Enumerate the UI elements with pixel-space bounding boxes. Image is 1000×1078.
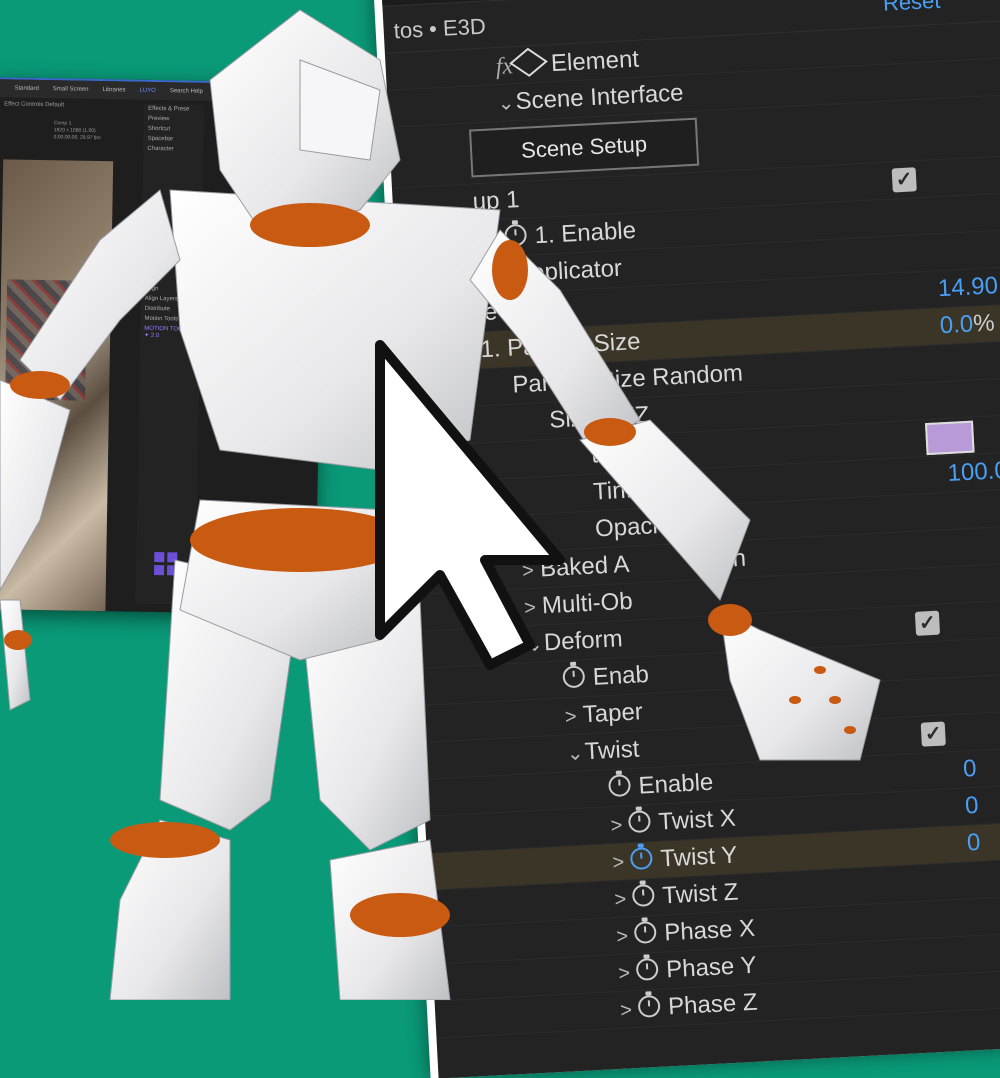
workspace-tab-luyo[interactable]: LUYO: [139, 88, 155, 94]
stopwatch-icon[interactable]: [504, 223, 528, 247]
enable-checkbox[interactable]: ✓: [914, 610, 941, 636]
stopwatch-icon[interactable]: [635, 957, 659, 981]
side-panels: Effects & Prese Preview Shortcut Spaceba…: [135, 103, 205, 605]
property-label-text: Phase X: [663, 914, 756, 947]
stopwatch-icon[interactable]: [637, 994, 661, 1018]
stopwatch-icon[interactable]: [627, 810, 652, 834]
chevron-right-icon[interactable]: >: [610, 814, 629, 838]
property-label: fx Element: [495, 45, 640, 81]
motion-tools-brand: MOTION TOOLS ✦ 2.0: [144, 325, 191, 340]
property-value[interactable]: 14.90: [937, 272, 998, 303]
chevron-right-icon[interactable]: >: [614, 888, 633, 912]
property-label-text: Phase Z: [667, 988, 759, 1021]
property-label-text: cle Replicator: [475, 254, 623, 290]
property-label: > Taper: [564, 698, 643, 730]
chevron-right-icon[interactable]: >: [620, 999, 639, 1023]
property-label-text: Phase Y: [665, 951, 758, 984]
property-value[interactable]: 0.0%: [939, 309, 995, 340]
property-label-text: Enable: [637, 768, 714, 800]
layer-effect-title: tos • E3D: [393, 13, 487, 44]
motion-tools-buttons: [154, 552, 178, 576]
property-label: > Twist X: [610, 805, 737, 840]
property-label: Tint: [592, 477, 633, 507]
motion-tool-button[interactable]: [167, 552, 178, 563]
property-label: > Twist Z: [614, 879, 739, 913]
search-help[interactable]: Search Help: [170, 88, 203, 95]
workspace-tab-libraries[interactable]: Libraries: [102, 87, 125, 93]
property-label-text: Tint: [592, 476, 633, 506]
property-value[interactable]: 0: [966, 829, 981, 858]
property-value-number[interactable]: 14.90: [937, 272, 998, 302]
chevron-right-icon[interactable]: >: [564, 705, 583, 729]
property-label-text: Opacity: [594, 511, 678, 543]
property-label-text: Element: [550, 45, 640, 78]
property-label-tail: on: [718, 544, 747, 574]
workspace-tab-standard[interactable]: Standard: [14, 86, 38, 92]
reset-button[interactable]: Reset: [882, 0, 941, 17]
background-editor-window: Standard Small Screen Libraries LUYO Sea…: [0, 77, 325, 615]
effect-controls-tab[interactable]: Effect Controls Default: [4, 101, 144, 115]
property-label-text: Twist: [584, 735, 641, 766]
property-label: ⌄Twist: [566, 736, 640, 768]
chevron-right-icon[interactable]: >: [612, 851, 631, 875]
motion-tool-button[interactable]: [167, 565, 178, 576]
property-label-text: tation: [590, 438, 651, 469]
property-label-text: Enab: [592, 660, 650, 691]
property-value-number[interactable]: 0: [964, 792, 979, 820]
graffiti-wall-image: [5, 279, 88, 401]
property-value-number[interactable]: 0: [966, 829, 981, 857]
stopwatch-icon[interactable]: [629, 846, 653, 871]
property-value[interactable]: 100.0: [947, 457, 1000, 488]
property-value[interactable]: 0: [964, 792, 979, 821]
chevron-down-icon[interactable]: ⌄: [566, 740, 585, 766]
property-label-text: up 1: [472, 186, 521, 216]
property-label: tation: [590, 439, 650, 470]
property-value-number[interactable]: 100.0: [947, 457, 1000, 487]
property-label: Enab: [562, 660, 650, 693]
chevron-right-icon[interactable]: >: [616, 925, 635, 949]
property-label: > Twist Y: [612, 842, 738, 876]
property-label: up 1: [472, 186, 520, 216]
property-label-text: Twist Y: [659, 841, 738, 873]
stopwatch-icon[interactable]: [631, 883, 655, 908]
scene-setup-button[interactable]: Scene Setup: [468, 117, 700, 178]
motion-tool-button[interactable]: [154, 565, 165, 576]
property-label: Enable: [607, 768, 714, 802]
property-value[interactable]: 0: [962, 755, 977, 784]
workspace-tab-small-screen[interactable]: Small Screen: [53, 86, 89, 93]
property-label-text: Scene Interface: [514, 79, 685, 116]
composition-viewer[interactable]: [0, 159, 114, 612]
chevron-down-icon[interactable]: ⌄: [497, 90, 516, 116]
property-label-text: Twist X: [657, 804, 737, 836]
property-label-text: Taper: [582, 698, 644, 729]
fx-icon[interactable]: fx: [495, 53, 514, 80]
property-label: > Phase X: [616, 915, 756, 950]
comp-duration: 0;00;00;00, 29.97 fps: [53, 134, 101, 142]
property-label: le Look: [478, 295, 557, 327]
property-label: > Phase Z: [620, 989, 759, 1024]
property-label-text: le Look: [477, 295, 557, 327]
motion-tool-button[interactable]: [154, 552, 165, 563]
color-swatch[interactable]: [924, 420, 975, 456]
workspace-tabs: Standard Small Screen Libraries LUYO Sea…: [0, 79, 325, 103]
stopwatch-icon[interactable]: [607, 774, 632, 798]
chevron-right-icon[interactable]: >: [618, 962, 637, 986]
enable-checkbox[interactable]: ✓: [891, 167, 917, 193]
property-value-number[interactable]: 0: [962, 755, 977, 783]
cube-icon: [509, 47, 549, 77]
property-value-number[interactable]: 0.0: [939, 310, 974, 339]
property-label: 1. Enable: [504, 217, 637, 252]
property-label: ⌄Scene Interface: [497, 79, 684, 117]
property-label-text: 1. Enable: [533, 216, 637, 250]
property-label: > Phase Y: [618, 952, 758, 987]
mouse-cursor-icon: [375, 340, 565, 670]
property-value-unit: %: [972, 309, 996, 338]
property-label: Opacity: [594, 511, 677, 543]
stopwatch-icon[interactable]: [633, 920, 657, 945]
enable-checkbox[interactable]: ✓: [920, 721, 946, 747]
property-label: cle Replicator: [476, 255, 623, 291]
comp-info: Comp 1 1920 x 1080 (1.00) 0;00;00;00, 29…: [54, 120, 101, 142]
property-label-text: Twist Z: [661, 878, 739, 910]
